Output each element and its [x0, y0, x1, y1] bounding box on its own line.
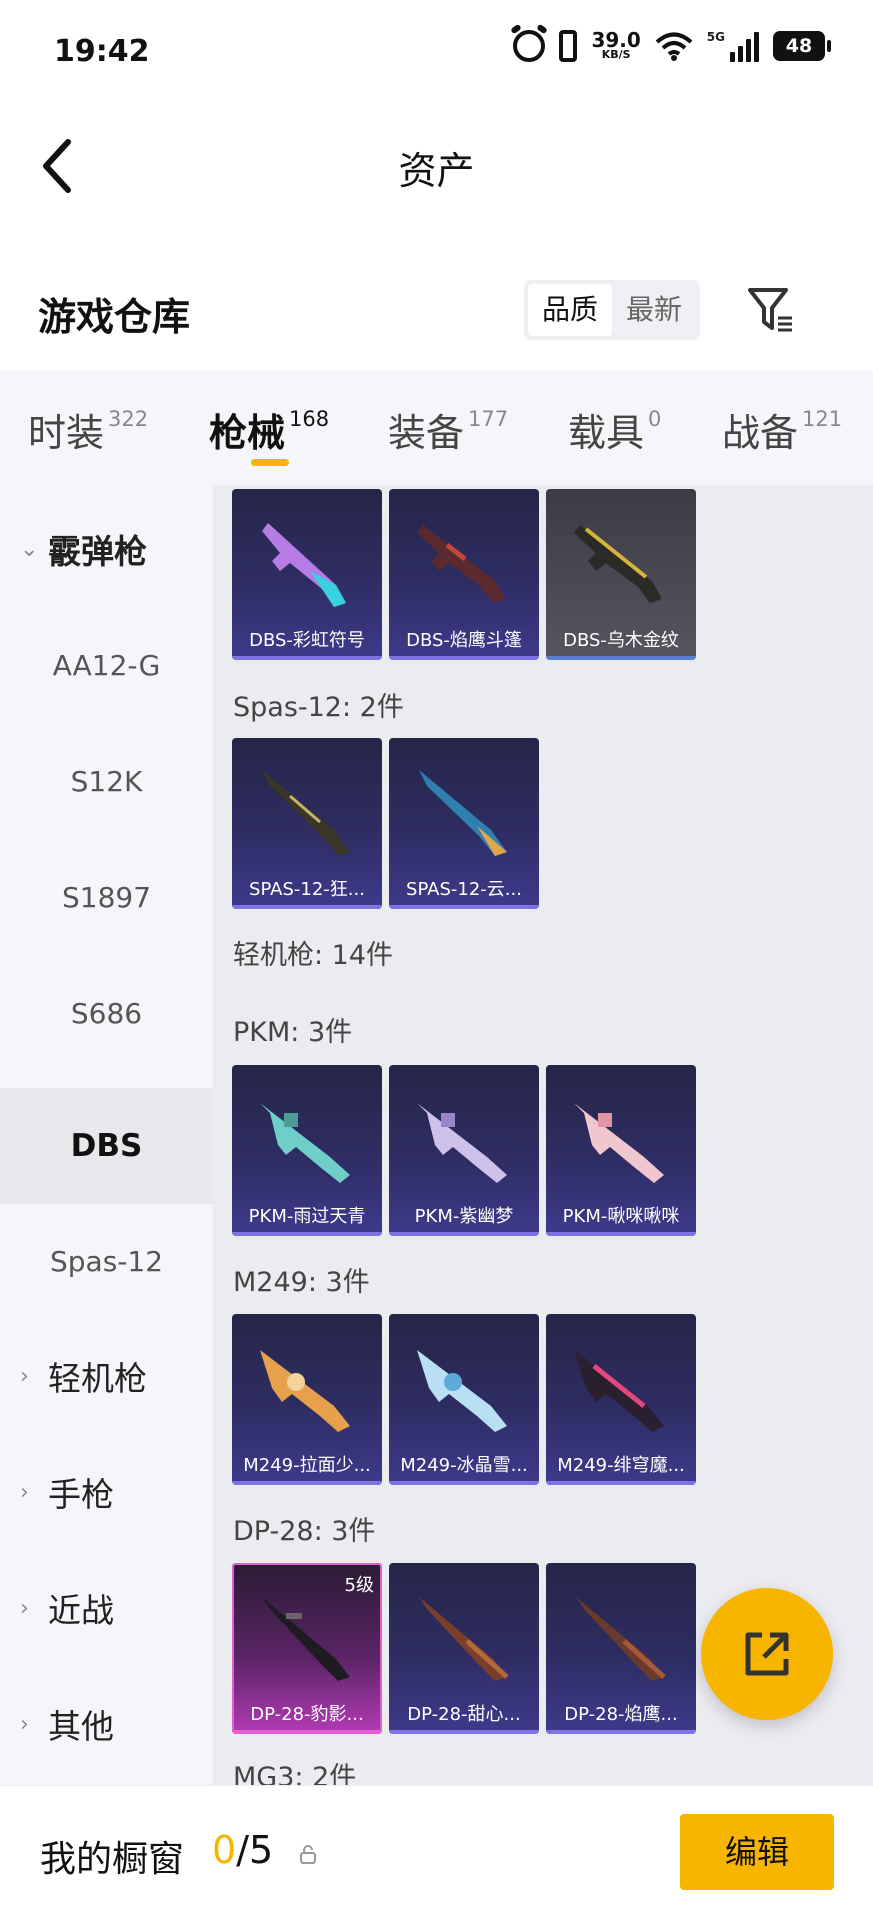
lmg-skin-icon: [262, 1597, 350, 1681]
lmg-skin-icon: [417, 1103, 507, 1183]
shotgun-skin-icon: [417, 525, 505, 603]
sidebar-group-shotgun[interactable]: ⌄ 霰弹枪: [0, 491, 213, 607]
sidebar-item-aa12g[interactable]: AA12-G: [0, 607, 213, 723]
sidebar-group-pistol[interactable]: › 手枪: [0, 1434, 213, 1550]
category-tabs: 时装 322 枪械 168 装备 177 载具 0 战备 121: [0, 370, 873, 485]
tab-vehicles[interactable]: 载具 0: [568, 402, 661, 457]
group-header-pkm: PKM: 3件: [233, 1017, 353, 1048]
group-header-spas12: Spas-12: 2件: [233, 692, 404, 723]
sidebar-item-s686[interactable]: S686: [0, 955, 213, 1071]
tab-supplies[interactable]: 战备 121: [722, 402, 842, 457]
showcase-count: 0/5: [212, 1828, 274, 1872]
item-card[interactable]: M249-冰晶雪...: [389, 1314, 539, 1485]
bottom-bar: 我的橱窗 0/5 编辑: [0, 1785, 873, 1920]
item-card[interactable]: DBS-乌木金纹: [546, 489, 696, 660]
item-card[interactable]: SPAS-12-云...: [389, 738, 539, 909]
group-header-mg3: MG3: 2件: [233, 1762, 357, 1785]
page-title: 资产: [398, 149, 475, 193]
group-header-dp28: DP-28: 3件: [233, 1516, 376, 1547]
wifi-icon: [655, 32, 693, 61]
vibrate-icon: [559, 30, 578, 62]
chevron-right-icon: ›: [20, 1711, 29, 1737]
tab-firearms[interactable]: 枪械 168: [209, 402, 329, 457]
edit-button[interactable]: 编辑: [680, 1814, 834, 1890]
shotgun-skin-icon: [262, 770, 350, 856]
item-card[interactable]: DP-28-焰鹰...: [546, 1563, 696, 1734]
lmg-skin-icon: [417, 1350, 507, 1432]
sort-toggle: 品质 最新: [524, 280, 700, 340]
chevron-down-icon: ⌄: [20, 536, 39, 562]
sidebar-item-dbs[interactable]: DBS: [0, 1088, 213, 1204]
sidebar-group-other[interactable]: › 其他: [0, 1666, 213, 1782]
sort-quality-button[interactable]: 品质: [528, 284, 612, 336]
chevron-right-icon: ›: [20, 1595, 29, 1621]
battery-icon: 48: [773, 31, 831, 61]
share-button[interactable]: [701, 1588, 833, 1720]
sidebar-group-lmg[interactable]: › 轻机枪: [0, 1318, 213, 1434]
lmg-skin-icon: [574, 1103, 664, 1183]
item-card[interactable]: DP-28-甜心...: [389, 1563, 539, 1734]
shotgun-skin-icon: [574, 525, 662, 603]
section-header: 游戏仓库 品质 最新: [0, 230, 873, 370]
item-card[interactable]: SPAS-12-狂...: [232, 738, 382, 909]
warehouse-title: 游戏仓库: [38, 295, 191, 339]
sidebar-item-spas12[interactable]: Spas-12: [0, 1203, 213, 1319]
status-icons: 39.0 KB/S 5G 48: [513, 28, 831, 62]
alarm-icon: [513, 30, 546, 62]
sort-newest-button[interactable]: 最新: [612, 284, 696, 336]
sidebar-item-s1897[interactable]: S1897: [0, 839, 213, 955]
item-card[interactable]: PKM-啾咪啾咪: [546, 1065, 696, 1236]
item-card[interactable]: DBS-焰鹰斗篷: [389, 489, 539, 660]
shotgun-skin-icon: [419, 770, 507, 856]
status-time: 19:42: [54, 34, 150, 69]
tab-active-indicator: [251, 459, 289, 466]
sidebar-item-s12k[interactable]: S12K: [0, 723, 213, 839]
lmg-skin-icon: [260, 1350, 350, 1432]
group-header-lmg: 轻机枪: 14件: [233, 940, 394, 971]
item-card[interactable]: PKM-紫幽梦: [389, 1065, 539, 1236]
tab-fashion[interactable]: 时装 322: [28, 402, 148, 457]
status-bar: 19:42 39.0 KB/S 5G 48: [0, 0, 873, 100]
filter-icon[interactable]: [746, 284, 796, 334]
lmg-skin-icon: [419, 1597, 509, 1681]
sidebar: ⌄ 霰弹枪 AA12-G S12K S1897 S686 DBS Spas-12 …: [0, 485, 213, 1785]
chevron-right-icon: ›: [20, 1363, 29, 1389]
group-header-m249: M249: 3件: [233, 1267, 370, 1298]
item-card[interactable]: DBS-彩虹符号: [232, 489, 382, 660]
tab-equipment[interactable]: 装备 177: [388, 402, 508, 457]
item-card[interactable]: M249-拉面少...: [232, 1314, 382, 1485]
lmg-skin-icon: [574, 1350, 664, 1432]
lock-icon: [300, 1845, 316, 1864]
item-card[interactable]: M249-绯穹魔...: [546, 1314, 696, 1485]
sidebar-group-melee[interactable]: › 近战: [0, 1550, 213, 1666]
lmg-skin-icon: [260, 1103, 350, 1183]
item-card[interactable]: 5级 DP-28-豹影...: [232, 1563, 382, 1734]
nav-bar: 资产: [0, 100, 873, 230]
cellular-signal-icon: 5G: [707, 30, 759, 62]
shotgun-skin-icon: [262, 523, 346, 607]
share-external-icon: [745, 1632, 789, 1676]
showcase-label: 我的橱窗: [40, 1839, 185, 1880]
lmg-skin-icon: [576, 1597, 666, 1681]
item-card[interactable]: PKM-雨过天青: [232, 1065, 382, 1236]
chevron-right-icon: ›: [20, 1479, 29, 1505]
network-speed: 39.0 KB/S: [591, 28, 641, 61]
